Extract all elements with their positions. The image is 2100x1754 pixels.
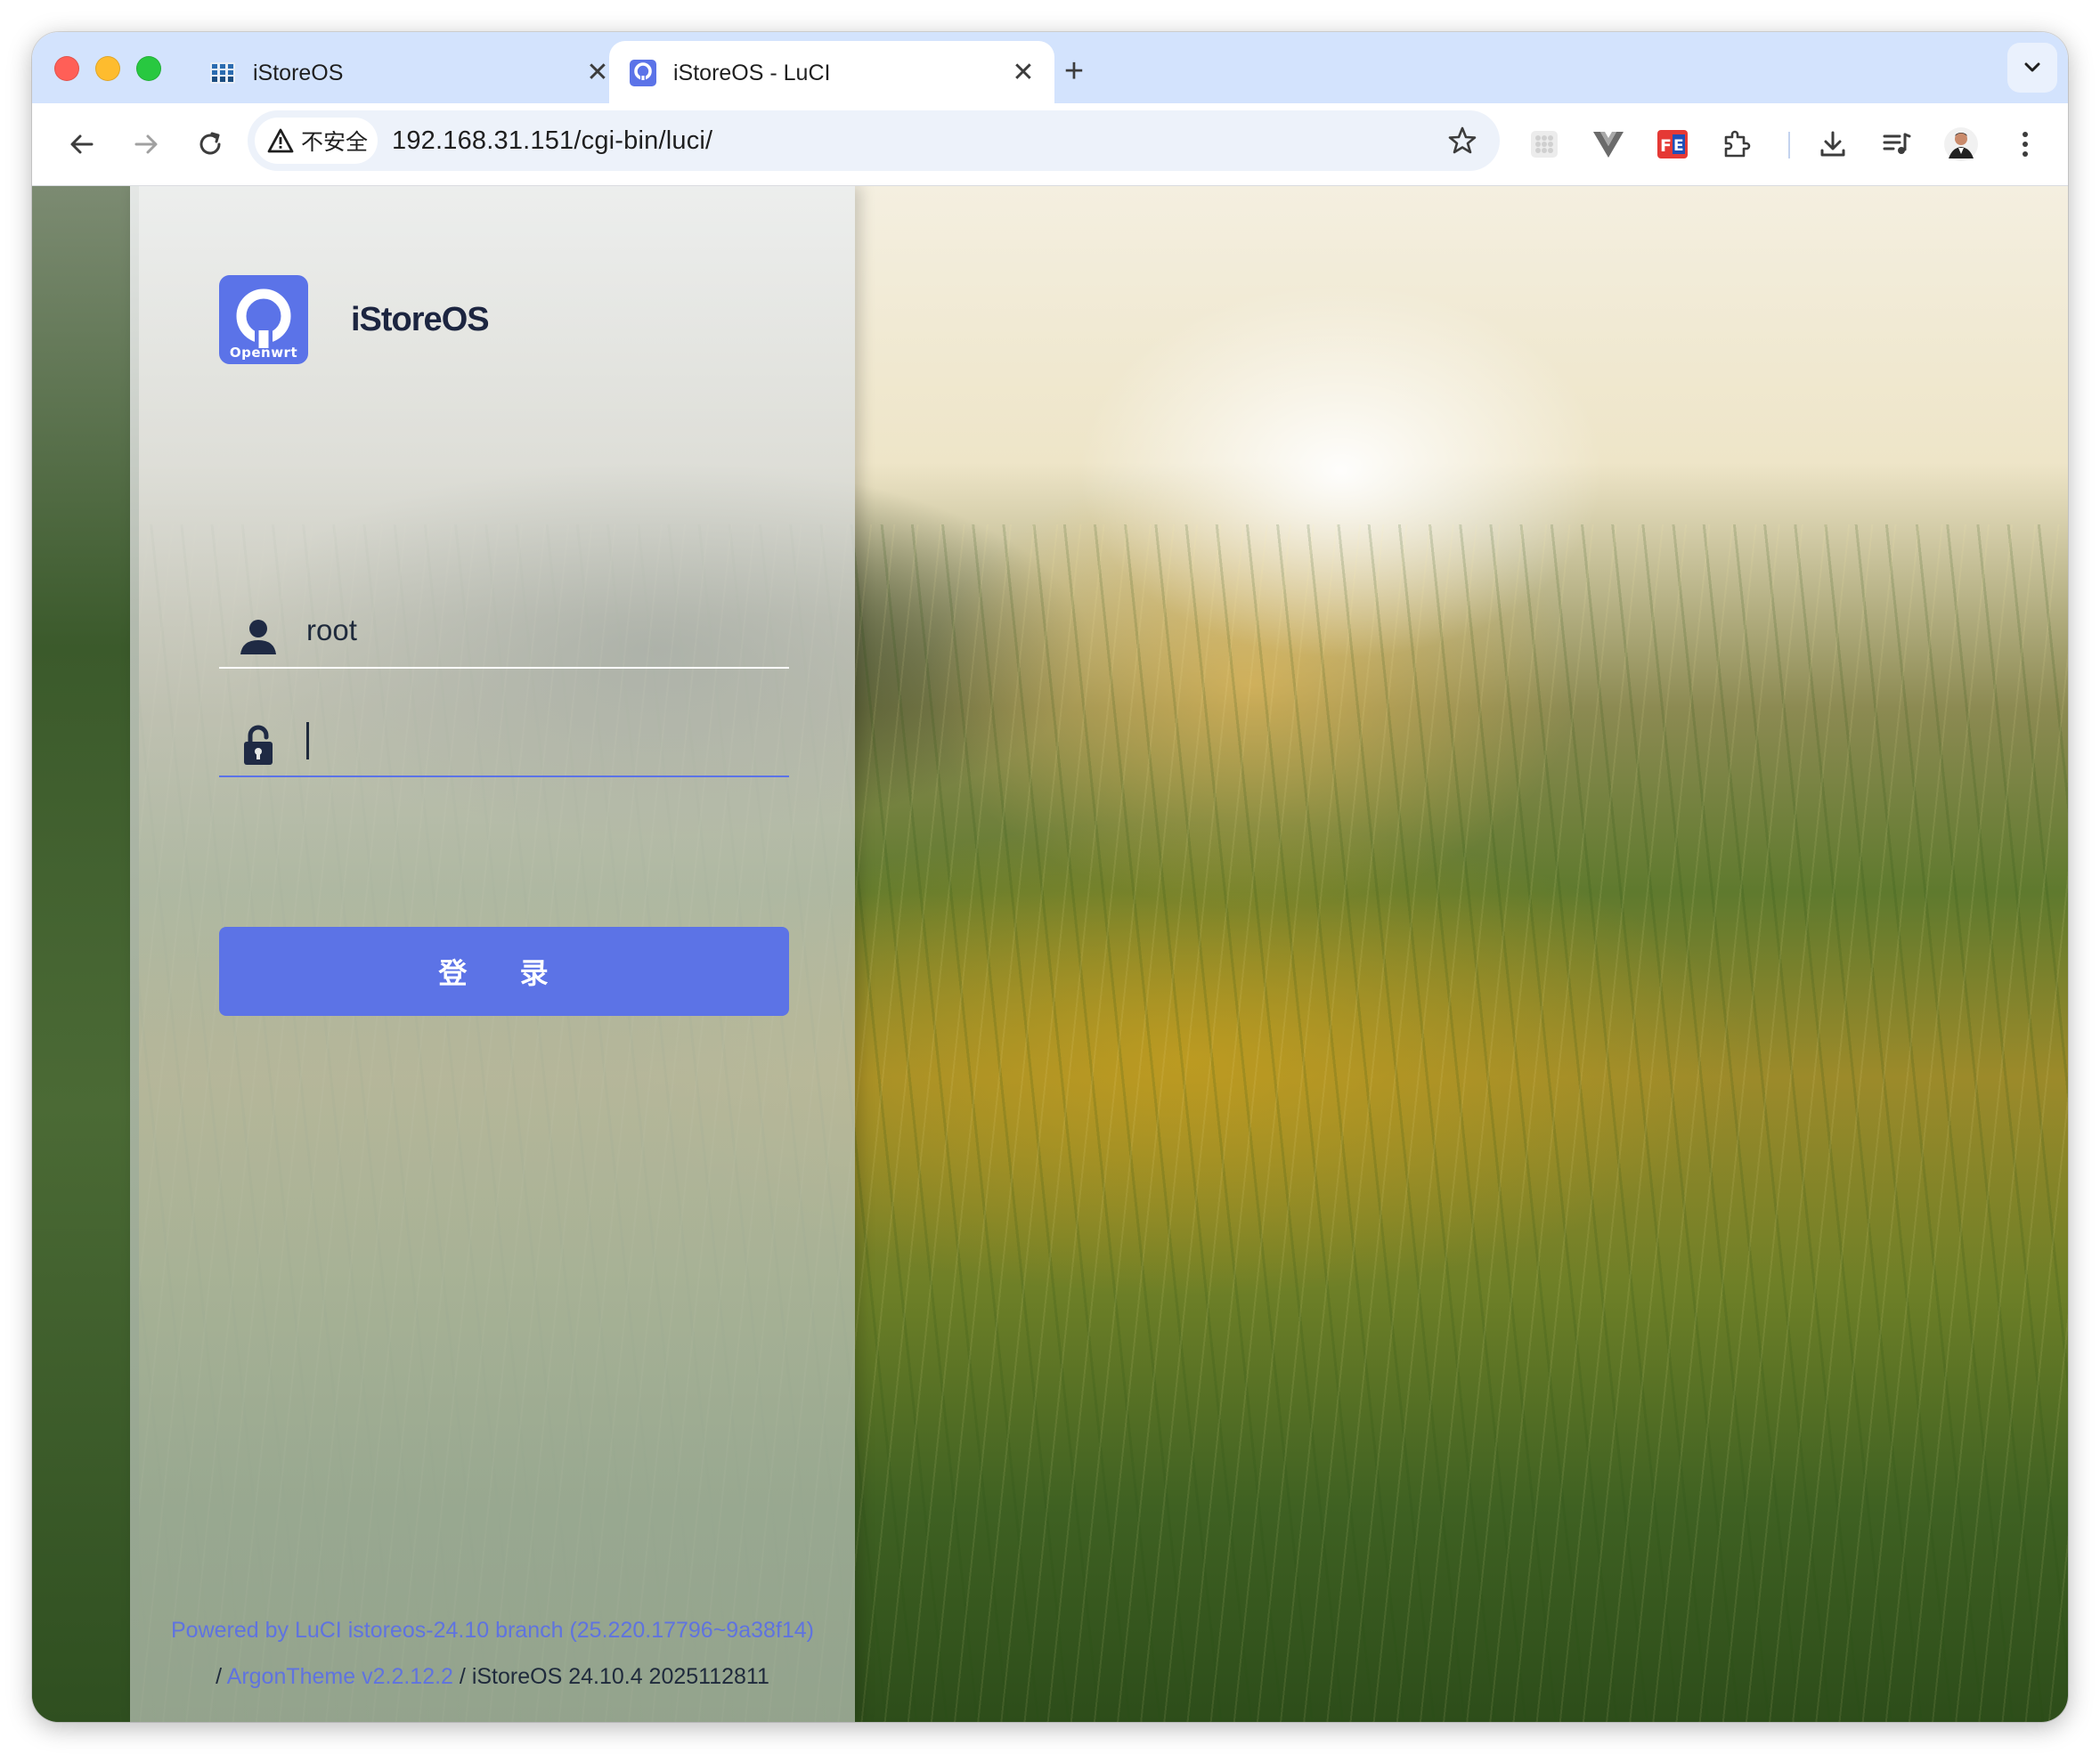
music-queue-icon — [1883, 133, 1911, 154]
address-bar[interactable]: 不安全 192.168.31.151/cgi-bin/luci/ — [248, 110, 1500, 171]
password-field[interactable] — [219, 704, 789, 777]
bookmark-button[interactable] — [1446, 125, 1478, 157]
tab-strip: iStoreOS ✕ iStoreOS - LuCI ✕ + — [32, 32, 2068, 103]
puzzle-icon — [1724, 130, 1751, 158]
more-vertical-icon — [2023, 132, 2028, 157]
warning-icon — [267, 128, 294, 153]
footer-version-line: / ArgonTheme v2.2.12.2 / iStoreOS 24.10.… — [130, 1664, 855, 1690]
security-chip[interactable]: 不安全 — [255, 118, 378, 164]
openwrt-logo-icon — [236, 288, 291, 348]
maximize-window-button[interactable] — [136, 56, 161, 81]
openwrt-logo: Openwrt — [219, 275, 308, 364]
username-field[interactable] — [219, 596, 789, 669]
toolbar-divider — [1788, 132, 1790, 158]
tab-search-button[interactable] — [2007, 43, 2057, 93]
svg-text:E: E — [1673, 137, 1684, 155]
argon-theme-link[interactable]: ArgonTheme v2.2.12.2 — [227, 1664, 453, 1689]
login-button[interactable]: 登 录 — [219, 927, 789, 1016]
url-text[interactable]: 192.168.31.151/cgi-bin/luci/ — [392, 126, 712, 156]
tab-istoreos[interactable]: iStoreOS ✕ — [189, 41, 629, 103]
footer-separator: / — [216, 1664, 223, 1689]
tab-title: iStoreOS - LuCI — [673, 61, 831, 85]
background-edge — [32, 186, 139, 1722]
vue-devtools-button[interactable] — [1589, 125, 1628, 164]
tab-istoreos-luci[interactable]: iStoreOS - LuCI ✕ — [609, 41, 1054, 103]
browser-window: iStoreOS ✕ iStoreOS - LuCI ✕ + 不安全 192.1… — [32, 32, 2068, 1722]
brand: Openwrt iStoreOS — [219, 275, 490, 364]
download-icon — [1820, 131, 1845, 157]
extension-grid-button[interactable] — [1525, 125, 1564, 164]
reload-button[interactable] — [189, 123, 232, 166]
unlock-icon — [244, 725, 273, 765]
downloads-button[interactable] — [1813, 125, 1852, 164]
page-content: Openwrt iStoreOS root 登 录 Powered by LuC… — [32, 186, 2068, 1722]
arrow-right-icon — [134, 134, 158, 154]
fe-helper-button[interactable]: F E — [1653, 125, 1692, 164]
luci-link[interactable]: Powered by LuCI istoreos-24.10 branch (2… — [171, 1618, 814, 1643]
extensions-button[interactable] — [1717, 125, 1756, 164]
svg-text:F: F — [1660, 136, 1672, 156]
arrow-left-icon — [70, 134, 94, 154]
text-caret — [306, 722, 309, 759]
reload-icon — [199, 132, 221, 155]
grid-app-icon — [210, 62, 235, 84]
vue-icon — [1593, 132, 1624, 158]
user-icon — [240, 620, 276, 654]
footer-separator: / — [459, 1664, 466, 1689]
browser-menu-button[interactable] — [2006, 125, 2045, 164]
new-tab-button[interactable]: + — [1056, 53, 1092, 90]
password-input[interactable] — [305, 711, 771, 767]
browser-toolbar: 不安全 192.168.31.151/cgi-bin/luci/ F E — [32, 103, 2068, 186]
forward-button[interactable] — [125, 123, 167, 166]
media-control-button[interactable] — [1877, 125, 1917, 164]
openwrt-icon — [630, 60, 656, 86]
tab-title: iStoreOS — [253, 61, 344, 85]
logo-text: Openwrt — [229, 345, 298, 361]
minimize-window-button[interactable] — [95, 56, 120, 81]
close-icon[interactable]: ✕ — [1008, 57, 1038, 87]
brand-name: iStoreOS — [351, 300, 490, 338]
profile-button[interactable] — [1941, 125, 1981, 164]
back-button[interactable] — [61, 123, 103, 166]
chevron-down-icon — [2024, 62, 2040, 72]
grid-icon — [1531, 131, 1558, 158]
avatar — [1944, 127, 1978, 161]
close-window-button[interactable] — [54, 56, 79, 81]
close-icon[interactable]: ✕ — [582, 57, 613, 87]
star-icon — [1448, 126, 1477, 154]
footer-powered-by: Powered by LuCI istoreos-24.10 branch (2… — [130, 1618, 855, 1644]
fe-helper-icon: F E — [1657, 130, 1688, 158]
os-version: iStoreOS 24.10.4 2025112811 — [471, 1664, 769, 1689]
login-panel: Openwrt iStoreOS root 登 录 Powered by LuC… — [130, 186, 855, 1722]
username-input[interactable] — [305, 603, 771, 658]
security-label: 不安全 — [301, 130, 369, 155]
